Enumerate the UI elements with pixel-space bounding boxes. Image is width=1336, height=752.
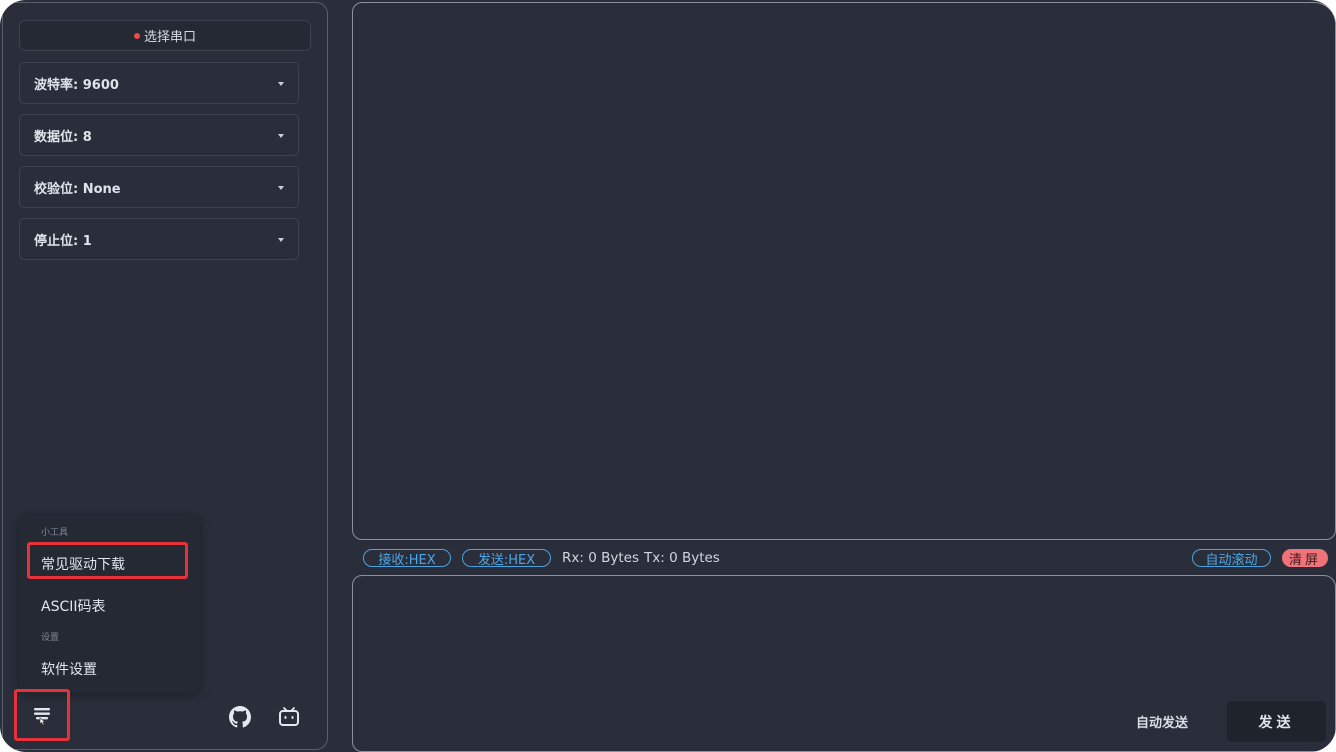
tools-menu-button[interactable] <box>16 691 68 741</box>
menu-icon <box>34 708 50 726</box>
send-button[interactable]: 发送 <box>1227 701 1326 742</box>
tools-popup-menu: 小工具 常见驱动下载 ASCII码表 设置 软件设置 <box>19 515 200 693</box>
select-port-button[interactable]: 选择串口 <box>19 20 311 51</box>
bilibili-link[interactable] <box>277 705 301 729</box>
menu-item-driver-download[interactable]: 常见驱动下载 <box>41 554 125 574</box>
stop-bits-label: 停止位: 1 <box>34 233 92 249</box>
data-bits-select[interactable]: 数据位: 8 <box>19 114 299 156</box>
caret-down-icon <box>278 134 284 138</box>
github-link[interactable] <box>228 705 252 729</box>
tx-counter: Tx: 0 Bytes <box>644 550 720 566</box>
status-bar: 接收:HEX 发送:HEX Rx: 0 Bytes Tx: 0 Bytes 自动… <box>352 546 1336 570</box>
stop-bits-select[interactable]: 停止位: 1 <box>19 218 299 260</box>
parity-label: 校验位: None <box>34 181 121 197</box>
select-port-label: 选择串口 <box>143 30 196 45</box>
disconnected-status-dot <box>133 32 140 39</box>
auto-scroll-toggle[interactable]: 自动滚动 <box>1192 549 1271 568</box>
sidebar: 选择串口 波特率: 9600 数据位: 8 校验位: None 停止位: 1 小… <box>2 2 328 750</box>
caret-down-icon <box>278 186 284 190</box>
github-icon <box>229 706 251 728</box>
receive-area[interactable] <box>352 2 1336 540</box>
menu-item-ascii-table[interactable]: ASCII码表 <box>41 596 106 616</box>
auto-send-button[interactable]: 自动发送 <box>1122 712 1202 731</box>
send-hex-toggle[interactable]: 发送:HEX <box>462 549 551 568</box>
recv-hex-toggle[interactable]: 接收:HEX <box>363 549 451 568</box>
bilibili-icon <box>279 707 299 726</box>
baud-rate-select[interactable]: 波特率: 9600 <box>19 62 299 104</box>
caret-down-icon <box>278 238 284 242</box>
data-bits-label: 数据位: 8 <box>34 129 92 145</box>
rx-counter: Rx: 0 Bytes <box>562 550 639 566</box>
menu-item-software-settings[interactable]: 软件设置 <box>41 659 97 679</box>
menu-group-tools: 小工具 <box>41 528 69 538</box>
menu-group-settings: 设置 <box>41 633 60 643</box>
caret-down-icon <box>278 82 284 86</box>
parity-select[interactable]: 校验位: None <box>19 166 299 208</box>
app-window: 选择串口 波特率: 9600 数据位: 8 校验位: None 停止位: 1 小… <box>0 0 1336 752</box>
baud-rate-label: 波特率: 9600 <box>34 77 119 93</box>
clear-screen-button[interactable]: 清屏 <box>1282 549 1328 568</box>
